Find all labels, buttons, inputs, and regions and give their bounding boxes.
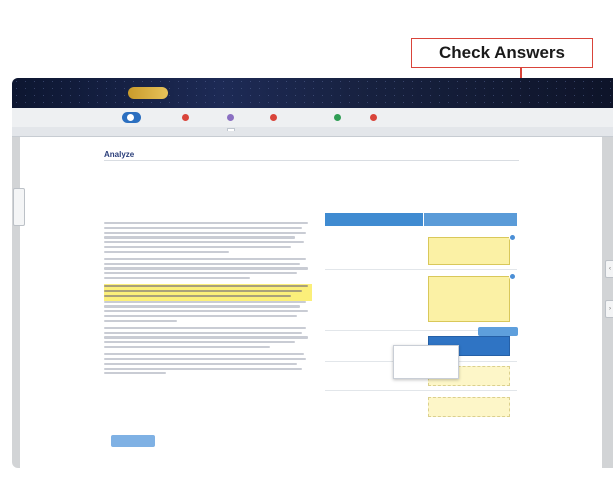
answer-card[interactable] (428, 237, 510, 265)
subtab-2[interactable] (142, 128, 148, 130)
step-2[interactable] (182, 112, 191, 123)
table-header-answer (424, 213, 517, 226)
table-row (325, 391, 517, 423)
card-badge-icon (509, 273, 516, 280)
answer-card[interactable] (428, 276, 510, 322)
previous-button[interactable] (111, 435, 155, 447)
step-3[interactable] (227, 112, 236, 123)
right-side-tab-1[interactable]: ‹ (605, 260, 613, 278)
right-side-tab-2[interactable]: › (605, 300, 613, 318)
subtab-4[interactable] (197, 128, 203, 130)
steps-bar (12, 108, 613, 128)
step-2-icon (182, 114, 189, 121)
check-answers-callout: Check Answers (411, 38, 593, 68)
subtab-3[interactable] (172, 128, 178, 130)
step-1[interactable] (122, 112, 141, 123)
check-answers-button[interactable] (478, 327, 518, 336)
subtab-1[interactable] (122, 128, 128, 130)
step-6-icon (370, 114, 377, 121)
table-row (325, 227, 517, 270)
app-header (12, 78, 613, 108)
header-background (12, 78, 613, 108)
table-header-criteria (325, 213, 423, 226)
answer-drop-zone[interactable] (428, 397, 510, 417)
sub-tabs (12, 127, 613, 137)
table-row (325, 270, 517, 331)
step-4-icon (270, 114, 277, 121)
step-3-icon (227, 114, 234, 121)
page-heading: Analyze (104, 150, 135, 159)
highlighted-passage[interactable] (104, 284, 312, 301)
app-screenshot (12, 78, 613, 468)
heading-divider (104, 160, 519, 161)
step-5-icon (334, 114, 341, 121)
step-5[interactable] (334, 112, 343, 123)
card-badge-icon (509, 234, 516, 241)
step-1-icon (127, 114, 134, 121)
step-6[interactable] (370, 112, 379, 123)
dragging-tooltip[interactable] (393, 345, 459, 379)
app-logo[interactable] (128, 87, 168, 99)
story-text (104, 222, 312, 377)
step-4[interactable] (270, 112, 279, 123)
subtab-5[interactable] (227, 128, 235, 131)
left-side-tab[interactable] (13, 188, 25, 226)
